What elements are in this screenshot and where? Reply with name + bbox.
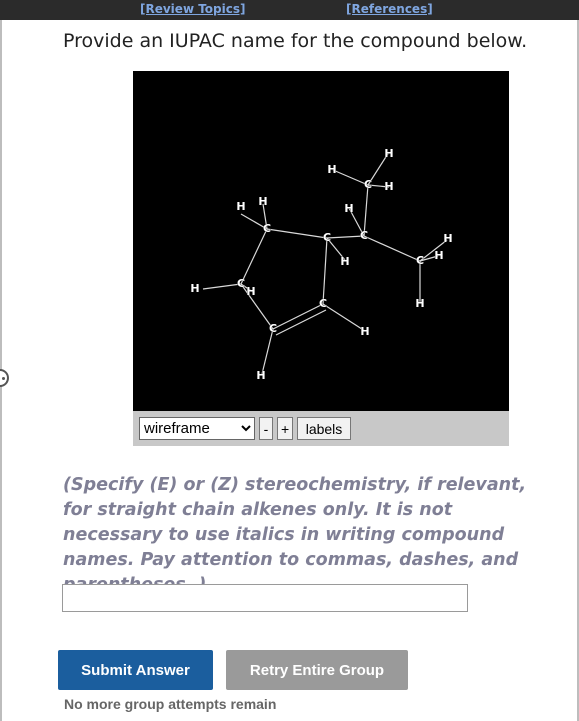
bond: [240, 228, 268, 285]
bond: [322, 303, 366, 332]
iupac-name-input[interactable]: [62, 584, 468, 612]
bond: [266, 228, 328, 239]
atom-hydrogen-label: H: [415, 297, 424, 310]
bond: [202, 283, 242, 290]
atom-carbon-label: C: [263, 222, 271, 235]
bond: [326, 235, 365, 239]
atom-hydrogen-label: H: [256, 369, 265, 382]
molecule-viewer[interactable]: C C C C C C C C H H H H H H H H H H H H …: [133, 71, 509, 446]
atom-hydrogen-label: H: [190, 282, 199, 295]
retry-group-button[interactable]: Retry Entire Group: [226, 650, 408, 690]
atom-hydrogen-label: H: [340, 255, 349, 268]
viewer-controls: wireframe - + labels: [133, 411, 509, 446]
side-panel-handle[interactable]: [0, 369, 9, 387]
attempts-status: No more group attempts remain: [64, 696, 277, 712]
atom-carbon-label: C: [416, 254, 424, 267]
atom-hydrogen-label: H: [327, 163, 336, 176]
bond: [275, 309, 327, 336]
zoom-in-button[interactable]: +: [277, 417, 293, 440]
bond: [272, 303, 324, 330]
answer-instructions: (Specify (E) or (Z) stereochemistry, if …: [63, 475, 527, 595]
hydrogen-atoms: H H H H H H H H H H H H H H: [190, 147, 453, 383]
review-topics-link[interactable]: [Review Topics]: [140, 2, 245, 16]
bond: [322, 237, 328, 305]
atom-carbon-label: C: [237, 277, 245, 290]
left-frame-border: [0, 0, 2, 721]
molecule-canvas[interactable]: C C C C C C C C H H H H H H H H H H H H …: [133, 71, 509, 411]
atom-carbon-label: C: [360, 229, 368, 242]
question-prompt: Provide an IUPAC name for the compound b…: [63, 30, 528, 52]
toggle-labels-button[interactable]: labels: [297, 417, 351, 440]
zoom-out-button[interactable]: -: [259, 417, 273, 440]
atom-hydrogen-label: H: [344, 202, 353, 215]
top-toolbar: [Review Topics] [References]: [0, 0, 579, 20]
bond: [261, 328, 274, 375]
molecule-bonds: [202, 151, 448, 375]
atom-carbon-label: C: [319, 297, 327, 310]
bond: [332, 169, 369, 186]
atom-carbon-label: C: [269, 322, 277, 335]
submit-answer-button[interactable]: Submit Answer: [58, 650, 213, 690]
atom-hydrogen-label: H: [246, 285, 255, 298]
references-link[interactable]: [References]: [346, 2, 433, 16]
atom-hydrogen-label: H: [360, 325, 369, 338]
atom-carbon-label: C: [323, 231, 331, 244]
atom-hydrogen-label: H: [384, 147, 393, 160]
atom-hydrogen-label: H: [434, 249, 443, 262]
atom-carbon-label: C: [364, 178, 372, 191]
bond: [363, 235, 421, 262]
atom-hydrogen-label: H: [258, 195, 267, 208]
atom-hydrogen-label: H: [384, 180, 393, 193]
atom-hydrogen-label: H: [443, 232, 452, 245]
render-mode-select[interactable]: wireframe: [139, 417, 255, 440]
atom-hydrogen-label: H: [236, 200, 245, 213]
